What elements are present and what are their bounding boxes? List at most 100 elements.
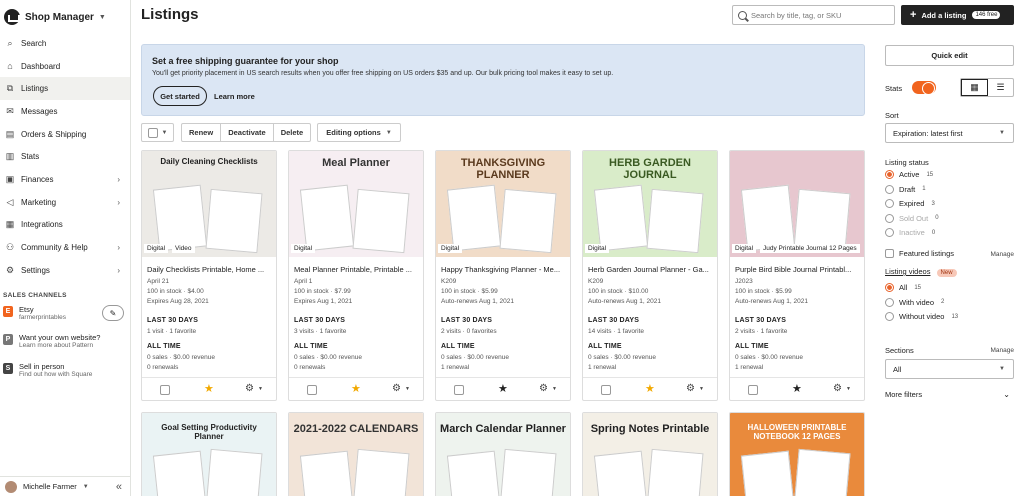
sidebar-item-finances[interactable]: ▣ Finances ›	[0, 168, 130, 191]
collapse-sidebar-icon[interactable]: «	[116, 481, 122, 493]
status-option-inactive[interactable]: Inactive 0	[885, 228, 935, 237]
sidebar-item-listings[interactable]: ⧉ Listings	[0, 77, 130, 101]
listing-card[interactable]: HALLOWEEN PRINTABLE NOTEBOOK 12 PAGES	[729, 412, 865, 496]
chevron-down-icon[interactable]: ▼	[846, 386, 851, 392]
listing-thumbnail[interactable]: HALLOWEEN PRINTABLE NOTEBOOK 12 PAGES	[730, 413, 864, 496]
sales-channel-2[interactable]: S Sell in person Find out how with Square	[3, 362, 127, 379]
avatar[interactable]	[5, 480, 17, 493]
sidebar-item-dashboard[interactable]: ⌂ Dashboard	[0, 55, 130, 78]
sidebar-item-messages[interactable]: ✉ Messages	[0, 100, 130, 123]
select-all-dropdown[interactable]: ▼	[141, 123, 174, 142]
listing-checkbox[interactable]	[307, 385, 317, 395]
radio-button[interactable]	[885, 312, 894, 321]
listing-card[interactable]: 2021-2022 CALENDARS	[288, 412, 424, 496]
radio-button[interactable]	[885, 297, 894, 307]
listing-card[interactable]: Daily Cleaning Checklists Digital Video Dai…	[141, 150, 277, 401]
listing-card[interactable]: HERB GARDEN JOURNAL Digital Herb Garden Jo…	[582, 150, 718, 401]
listing-thumbnail[interactable]: Goal Setting Productivity Planner	[142, 413, 276, 496]
sidebar-item-integrations[interactable]: ▦ Integrations	[0, 214, 130, 237]
chevron-down-icon[interactable]: ▼	[258, 386, 263, 392]
sort-select[interactable]: Expiration: latest first ▼	[885, 123, 1014, 143]
chevron-down-icon[interactable]: ▼	[83, 484, 89, 490]
chevron-down-icon[interactable]: ▼	[699, 386, 704, 392]
video-option-all[interactable]: All 15	[885, 283, 921, 292]
listing-card[interactable]: Goal Setting Productivity Planner	[141, 412, 277, 496]
sidebar-item-community-help[interactable]: ⚇ Community & Help ›	[0, 236, 130, 259]
listing-title[interactable]: Daily Checklists Printable, Home ...	[147, 265, 273, 274]
featured-checkbox[interactable]	[885, 249, 894, 258]
radio-button[interactable]	[885, 199, 894, 208]
radio-button[interactable]	[885, 283, 894, 292]
get-started-button[interactable]: Get started	[153, 86, 207, 106]
radio-button[interactable]	[885, 228, 894, 237]
listing-checkbox[interactable]	[601, 385, 611, 395]
listing-thumbnail[interactable]: 2021-2022 CALENDARS	[289, 413, 423, 496]
radio-button[interactable]	[885, 184, 894, 194]
listing-checkbox[interactable]	[748, 385, 758, 395]
select-all-checkbox[interactable]	[147, 127, 158, 138]
listing-thumbnail[interactable]: Spring Notes Printable	[583, 413, 717, 496]
user-name[interactable]: Michelle Farmer	[23, 482, 77, 491]
star-icon[interactable]: ★	[351, 382, 361, 395]
sidebar-item-settings[interactable]: ⚙ Settings ›	[0, 259, 130, 282]
listing-card[interactable]: March Calendar Planner	[435, 412, 571, 496]
radio-button[interactable]	[885, 170, 894, 179]
listing-thumbnail[interactable]: Daily Cleaning Checklists	[142, 151, 276, 257]
search-input[interactable]	[751, 10, 891, 20]
listing-title[interactable]: Herb Garden Journal Planner - Ga...	[588, 265, 714, 274]
deactivate-button[interactable]: Deactivate	[221, 124, 274, 141]
manage-sections-link[interactable]: Manage	[991, 347, 1015, 354]
more-filters-toggle[interactable]: More filters ⌄	[885, 390, 1014, 399]
listing-thumbnail[interactable]	[730, 151, 864, 257]
gear-icon[interactable]: ⚙	[539, 383, 548, 394]
edit-pencil-icon[interactable]: ✎	[102, 305, 124, 321]
star-icon[interactable]: ★	[645, 382, 655, 395]
listing-title[interactable]: Happy Thanksgiving Planner - Me...	[441, 265, 567, 274]
video-option-with-video[interactable]: With video 2	[885, 297, 944, 307]
gear-icon[interactable]: ⚙	[833, 383, 842, 394]
quick-edit-button[interactable]: Quick edit	[885, 45, 1014, 66]
sales-channel-1[interactable]: P Want your own website? Learn more about …	[3, 333, 127, 350]
search-box[interactable]	[732, 5, 895, 25]
status-option-active[interactable]: Active 15	[885, 170, 933, 179]
editing-options-dropdown[interactable]: Editing options ▼	[317, 123, 401, 142]
grid-view-icon[interactable]: ▦	[961, 79, 988, 96]
featured-listings-filter[interactable]: Featured listings	[885, 249, 954, 258]
listing-checkbox[interactable]	[454, 385, 464, 395]
sidebar-item-search[interactable]: ⌕ Search	[0, 32, 130, 55]
chevron-down-icon[interactable]: ▼	[405, 386, 410, 392]
add-listing-button[interactable]: + Add a listing 146 free	[901, 5, 1014, 25]
sidebar-item-stats[interactable]: ▥ Stats	[0, 145, 130, 168]
status-option-sold-out[interactable]: Sold Out 0	[885, 213, 939, 223]
chevron-down-icon[interactable]: ▼	[162, 130, 168, 136]
stats-toggle[interactable]	[912, 81, 936, 95]
star-icon[interactable]: ★	[204, 382, 214, 395]
video-option-without-video[interactable]: Without video 13	[885, 312, 958, 321]
status-option-expired[interactable]: Expired 3	[885, 199, 935, 208]
listing-thumbnail[interactable]: Meal Planner	[289, 151, 423, 257]
sidebar-item-marketing[interactable]: ◁ Marketing ›	[0, 191, 130, 214]
star-icon[interactable]: ★	[498, 382, 508, 395]
renew-button[interactable]: Renew	[182, 124, 222, 141]
status-option-draft[interactable]: Draft 1	[885, 184, 926, 194]
learn-more-link[interactable]: Learn more	[214, 92, 255, 101]
manage-featured-link[interactable]: Manage	[991, 251, 1015, 258]
radio-button[interactable]	[885, 213, 894, 223]
listing-title[interactable]: Meal Planner Printable, Printable ...	[294, 265, 420, 274]
sidebar-item-orders-shipping[interactable]: ▤ Orders & Shipping	[0, 123, 130, 146]
listing-title[interactable]: Purple Bird Bible Journal Printabl...	[735, 265, 861, 274]
gear-icon[interactable]: ⚙	[245, 383, 254, 394]
star-icon[interactable]: ★	[792, 382, 802, 395]
delete-button[interactable]: Delete	[274, 124, 311, 141]
listing-thumbnail[interactable]: HERB GARDEN JOURNAL	[583, 151, 717, 257]
listing-thumbnail[interactable]: March Calendar Planner	[436, 413, 570, 496]
list-view-icon[interactable]: ☰	[988, 79, 1013, 96]
chevron-down-icon[interactable]: ▼	[552, 386, 557, 392]
listing-card[interactable]: THANKSGIVING PLANNER Digital Happy Thanksg…	[435, 150, 571, 401]
listing-card[interactable]: Digital Judy Printable Journal 12 Pages Pu…	[729, 150, 865, 401]
gear-icon[interactable]: ⚙	[392, 383, 401, 394]
gear-icon[interactable]: ⚙	[686, 383, 695, 394]
listing-card[interactable]: Spring Notes Printable	[582, 412, 718, 496]
listing-checkbox[interactable]	[160, 385, 170, 395]
listing-thumbnail[interactable]: THANKSGIVING PLANNER	[436, 151, 570, 257]
